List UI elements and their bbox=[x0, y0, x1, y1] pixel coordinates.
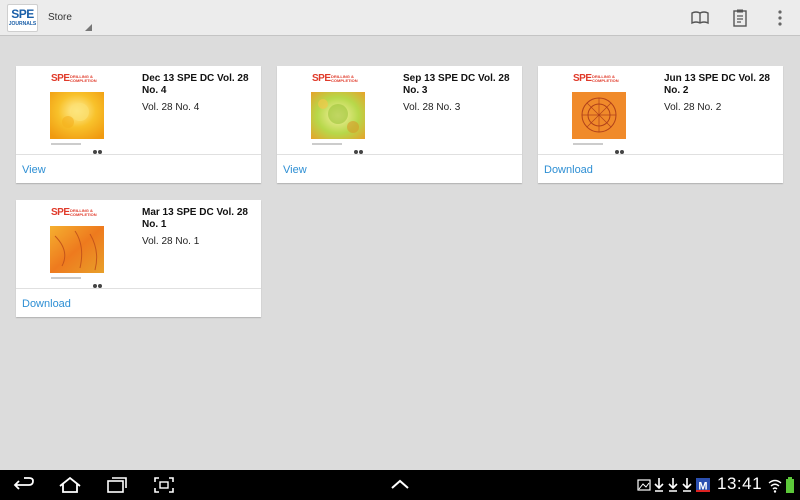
issue-volume: Vol. 28 No. 2 bbox=[664, 102, 722, 113]
cover-footer bbox=[51, 277, 81, 279]
card-divider bbox=[16, 154, 261, 155]
wifi-icon bbox=[768, 476, 782, 494]
home-icon[interactable] bbox=[58, 475, 82, 495]
app-logo[interactable]: SPE JOURNALS bbox=[7, 4, 38, 32]
library-icon[interactable] bbox=[689, 7, 711, 29]
download-button[interactable]: Download bbox=[544, 164, 593, 176]
navigation-dropdown[interactable]: Store bbox=[48, 0, 94, 35]
card-divider bbox=[16, 288, 261, 289]
issue-title: Mar 13 SPE DC Vol. 28 No. 1 bbox=[142, 207, 248, 230]
cover-masthead: SPE DRILLING & COMPLETION bbox=[311, 72, 367, 92]
navigation-title: Store bbox=[48, 12, 72, 23]
card-divider bbox=[538, 154, 783, 155]
cover-journal: DRILLING & COMPLETION bbox=[70, 74, 97, 83]
cover-brand: SPE bbox=[312, 73, 331, 84]
cover-footer bbox=[573, 143, 603, 145]
publisher-logo bbox=[354, 141, 364, 154]
cover-brand: SPE bbox=[573, 73, 592, 84]
overflow-menu-icon[interactable] bbox=[769, 7, 791, 29]
cover-brand: SPE bbox=[51, 207, 70, 218]
back-icon[interactable] bbox=[12, 475, 36, 495]
issue-volume: Vol. 28 No. 4 bbox=[142, 102, 200, 113]
cover-masthead: SPE DRILLING & COMPLETION bbox=[50, 72, 106, 92]
download-button[interactable]: Download bbox=[22, 298, 71, 310]
issue-card: SPE DRILLING & COMPLETION Sep 13 SPE DC … bbox=[277, 66, 522, 183]
issue-card: SPE DRILLING & COMPLETION Dec 13 SPE DC … bbox=[16, 66, 261, 183]
download-icon bbox=[681, 476, 693, 494]
issue-title: Sep 13 SPE DC Vol. 28 No. 3 bbox=[403, 73, 510, 96]
chevron-up-icon[interactable] bbox=[388, 475, 412, 495]
download-icon bbox=[667, 476, 679, 494]
battery-icon bbox=[785, 476, 795, 494]
cover-footer bbox=[312, 143, 342, 145]
issue-cover[interactable]: SPE DRILLING & COMPLETION bbox=[310, 72, 368, 154]
issue-title: Jun 13 SPE DC Vol. 28 No. 2 bbox=[664, 73, 770, 96]
cover-journal: DRILLING & COMPLETION bbox=[70, 208, 97, 217]
cover-artwork bbox=[572, 92, 626, 139]
screenshot-icon[interactable] bbox=[152, 475, 176, 495]
view-button[interactable]: View bbox=[283, 164, 307, 176]
gallery-icon bbox=[637, 476, 651, 494]
publisher-logo bbox=[615, 141, 625, 154]
cover-journal: DRILLING & COMPLETION bbox=[592, 74, 619, 83]
issue-volume: Vol. 28 No. 3 bbox=[403, 102, 461, 113]
clipboard-icon[interactable] bbox=[729, 7, 751, 29]
card-divider bbox=[277, 154, 522, 155]
cover-brand: SPE bbox=[51, 73, 70, 84]
issue-card: SPE DRILLING & COMPLETION Jun 13 SPE DC … bbox=[538, 66, 783, 183]
cover-masthead: SPE DRILLING & COMPLETION bbox=[572, 72, 628, 92]
cover-artwork bbox=[50, 92, 104, 139]
dropdown-indicator-icon bbox=[85, 24, 92, 31]
cover-artwork bbox=[311, 92, 365, 139]
system-navigation-bar: M 13:41 bbox=[0, 470, 800, 500]
action-bar: SPE JOURNALS Store bbox=[0, 0, 800, 36]
m-app-icon: M bbox=[696, 476, 710, 494]
issue-volume: Vol. 28 No. 1 bbox=[142, 236, 200, 247]
issue-cover[interactable]: SPE DRILLING & COMPLETION bbox=[571, 72, 629, 154]
recent-apps-icon[interactable] bbox=[105, 475, 129, 495]
publisher-logo bbox=[93, 141, 103, 154]
cover-artwork bbox=[50, 226, 104, 273]
issue-cover[interactable]: SPE DRILLING & COMPLETION bbox=[49, 72, 107, 154]
issue-cover[interactable]: SPE DRILLING & COMPLETION bbox=[49, 206, 107, 288]
issue-card: SPE DRILLING & COMPLETION Mar 13 SPE DC … bbox=[16, 200, 261, 317]
app-logo-text: SPE bbox=[11, 7, 34, 21]
issue-title: Dec 13 SPE DC Vol. 28 No. 4 bbox=[142, 73, 249, 96]
cover-masthead: SPE DRILLING & COMPLETION bbox=[50, 206, 106, 226]
cover-footer bbox=[51, 143, 81, 145]
status-clock: 13:41 bbox=[717, 474, 763, 493]
app-logo-subtext: JOURNALS bbox=[8, 21, 37, 27]
view-button[interactable]: View bbox=[22, 164, 46, 176]
cover-journal: DRILLING & COMPLETION bbox=[331, 74, 358, 83]
download-icon bbox=[653, 476, 665, 494]
publisher-logo bbox=[93, 275, 103, 288]
